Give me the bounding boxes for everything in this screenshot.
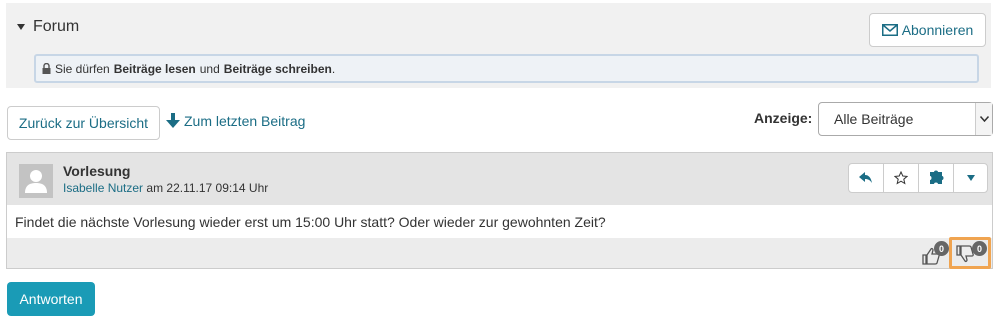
dislike-button[interactable]: 0 [949, 237, 991, 269]
post-footer: 0 0 [7, 237, 992, 269]
display-select-value: Alle Beiträge [834, 111, 914, 127]
star-icon [894, 171, 908, 185]
forum-post: Vorlesung Isabelle Nutzer am 22.11.17 09… [6, 152, 993, 269]
last-post-link[interactable]: Zum letzten Beitrag [166, 110, 305, 132]
reply-action-button[interactable] [849, 164, 884, 192]
subscribe-label: Abonnieren [901, 22, 974, 38]
permission-write: Beiträge schreiben [223, 61, 332, 76]
forum-panel: Forum Abonnieren Sie dürfen Beiträge les… [6, 3, 991, 88]
like-button[interactable]: 0 [920, 241, 949, 267]
caret-down-icon [17, 24, 25, 30]
user-icon [25, 170, 47, 193]
reply-button[interactable]: Antworten [7, 282, 95, 316]
post-date: am 22.11.17 09:14 Uhr [146, 181, 269, 195]
avatar [19, 164, 53, 198]
permission-suffix: . [331, 61, 336, 76]
subscribe-button[interactable]: Abonnieren [869, 13, 986, 47]
forum-header-toggle[interactable]: Forum [17, 18, 79, 36]
post-title: Vorlesung [63, 163, 131, 179]
dislike-count-badge: 0 [972, 241, 987, 256]
lock-icon [42, 63, 51, 74]
caret-down-icon [966, 175, 975, 181]
permission-notice: Sie dürfen Beiträge lesen und Beiträge s… [34, 54, 979, 83]
reply-icon [859, 172, 872, 183]
more-actions-button[interactable] [954, 164, 987, 192]
puzzle-icon [930, 170, 944, 184]
post-action-group [848, 163, 988, 193]
display-label: Anzeige: [754, 110, 813, 126]
chevron-down-icon [979, 116, 989, 122]
back-to-overview-button[interactable]: Zurück zur Übersicht [7, 106, 160, 140]
last-post-label: Zum letzten Beitrag [184, 113, 306, 129]
post-author-link[interactable]: Isabelle Nutzer [63, 181, 143, 195]
permission-and: und [199, 61, 220, 76]
like-count-badge: 0 [934, 241, 949, 256]
permission-read: Beiträge lesen [113, 61, 196, 76]
split-action-button[interactable] [919, 164, 954, 192]
post-body: Findet die nächste Vorlesung wieder erst… [7, 205, 992, 238]
select-arrow [975, 103, 992, 135]
permission-prefix: Sie dürfen [55, 61, 110, 76]
display-select[interactable]: Alle Beiträge [818, 102, 993, 136]
arrow-down-icon [166, 113, 180, 128]
envelope-icon [881, 24, 898, 36]
forum-title: Forum [33, 18, 80, 35]
bookmark-action-button[interactable] [884, 164, 919, 192]
post-meta: Isabelle Nutzer am 22.11.17 09:14 Uhr [63, 181, 268, 195]
post-header: Vorlesung Isabelle Nutzer am 22.11.17 09… [7, 153, 992, 205]
